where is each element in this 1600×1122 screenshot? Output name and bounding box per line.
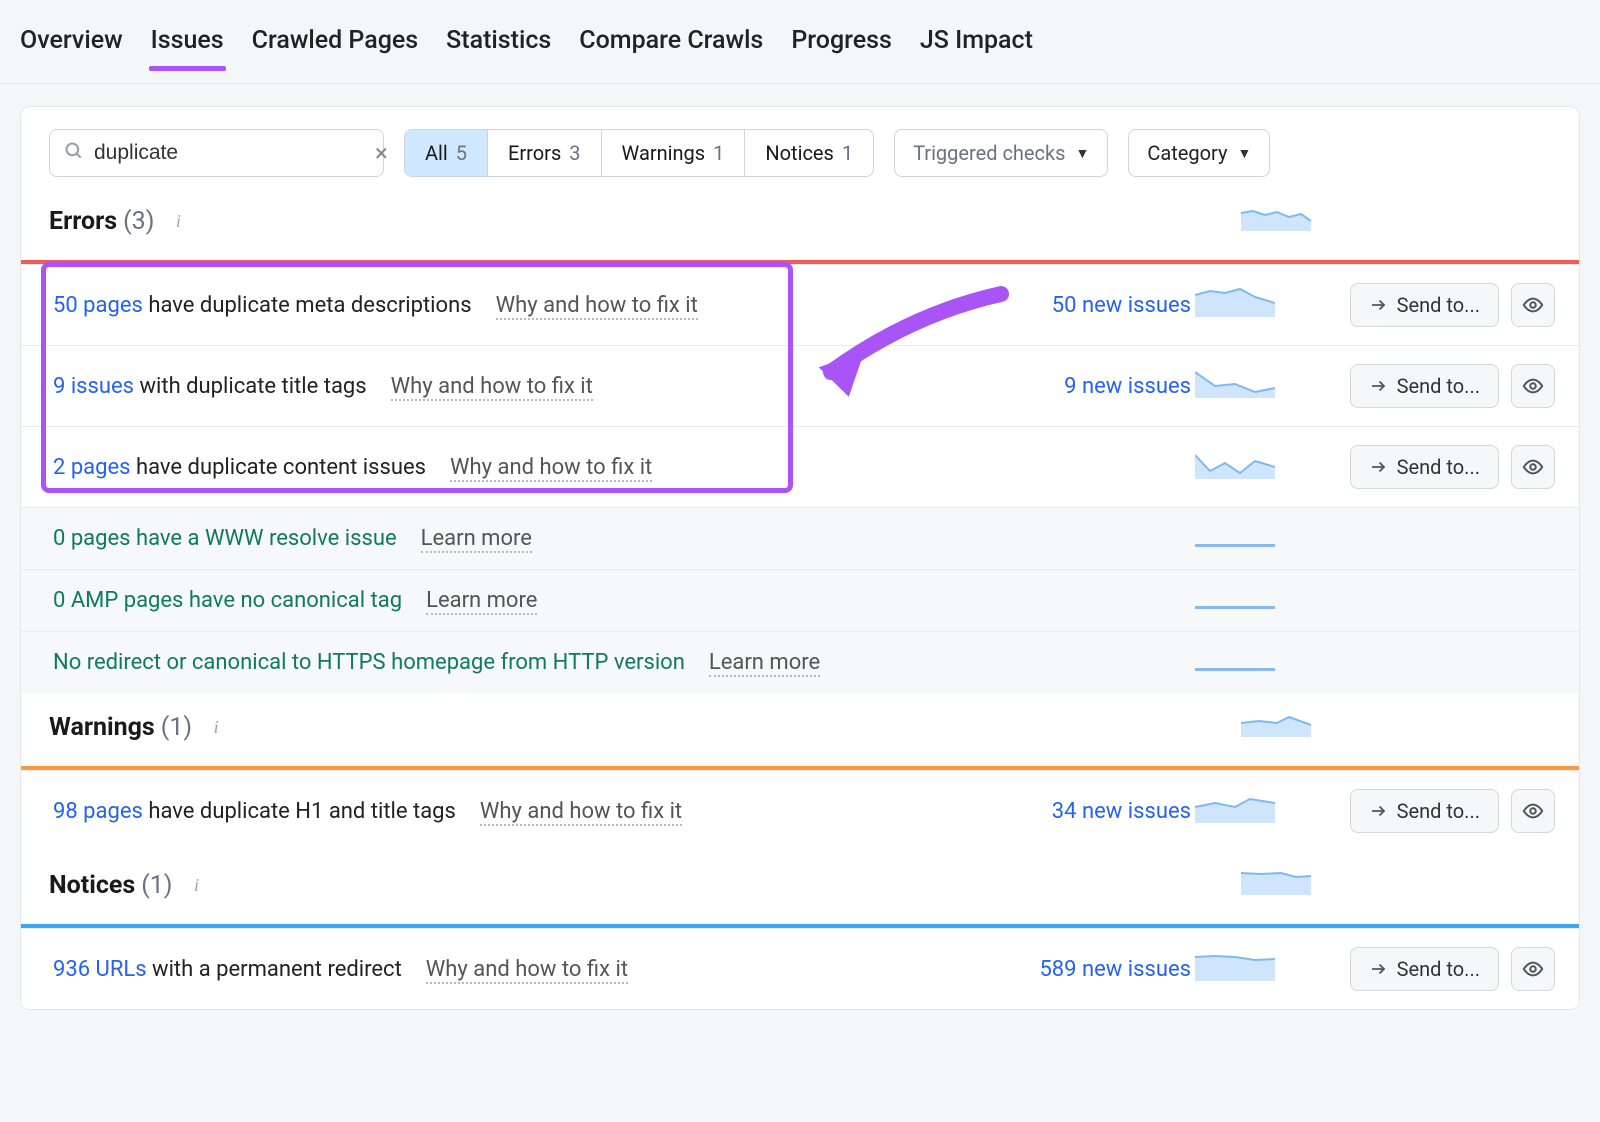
new-issues-link[interactable]: 589 new issues [975,957,1195,982]
section-trend [1241,205,1311,238]
sparkline [1195,530,1285,547]
sparkline [1195,449,1285,485]
why-how-link[interactable]: Why and how to fix it [480,799,682,826]
sparkline [1195,287,1285,323]
send-to-button[interactable]: Send to... [1350,364,1499,408]
learn-more-link[interactable]: Learn more [709,650,820,677]
row-actions: Send to... [1285,445,1555,489]
new-issues-link[interactable]: 34 new issues [975,799,1195,824]
view-button[interactable] [1511,789,1555,833]
issue-row: 936 URLs with a permanent redirectWhy an… [21,928,1579,1009]
search-icon [64,141,84,166]
issue-text: 936 URLs with a permanent redirectWhy an… [53,957,975,982]
passed-row: 0 AMP pages have no canonical tagLearn m… [21,569,1579,631]
send-to-button[interactable]: Send to... [1350,445,1499,489]
send-to-button[interactable]: Send to... [1350,283,1499,327]
why-how-link[interactable]: Why and how to fix it [496,293,698,320]
dropdown-category[interactable]: Category▼ [1128,129,1270,177]
sparkline [1195,592,1285,609]
tab-compare-crawls[interactable]: Compare Crawls [579,26,763,69]
seg-errors[interactable]: Errors3 [488,130,601,176]
view-button[interactable] [1511,947,1555,991]
sparkline [1195,951,1285,987]
sparkline [1195,654,1285,671]
errors-count: (3) [123,207,154,236]
view-button[interactable] [1511,445,1555,489]
issue-count-link[interactable]: 50 pages [53,293,143,318]
issue-count-link[interactable]: 98 pages [53,799,143,824]
why-how-link[interactable]: Why and how to fix it [426,957,628,984]
section-trend [1241,869,1311,902]
view-button[interactable] [1511,283,1555,327]
issues-panel: × All5 Errors3 Warnings1 Notices1 Trigge… [20,106,1580,1010]
sparkline [1195,368,1285,404]
section-header-errors: Errors (3) i [21,199,1579,260]
dropdown-triggered-checks[interactable]: Triggered checks▼ [894,129,1108,177]
seg-warnings[interactable]: Warnings1 [602,130,746,176]
nav-tabs: Overview Issues Crawled Pages Statistics… [0,0,1600,84]
issue-text: 50 pages have duplicate meta description… [53,293,975,318]
row-actions: Send to... [1285,283,1555,327]
seg-all[interactable]: All5 [405,130,488,176]
info-icon[interactable]: i [166,210,190,234]
warnings-title: Warnings [49,713,155,742]
learn-more-link[interactable]: Learn more [426,588,537,615]
new-issues-link[interactable]: 50 new issues [975,293,1195,318]
view-button[interactable] [1511,364,1555,408]
tab-js-impact[interactable]: JS Impact [920,26,1033,69]
issue-row: 9 issues with duplicate title tagsWhy an… [21,345,1579,426]
filter-segments: All5 Errors3 Warnings1 Notices1 [404,129,874,177]
tab-progress[interactable]: Progress [791,26,892,69]
tab-crawled-pages[interactable]: Crawled Pages [252,26,419,69]
issue-count-link[interactable]: 936 URLs [53,957,147,982]
learn-more-link[interactable]: Learn more [421,526,532,553]
issue-text: 9 issues with duplicate title tagsWhy an… [53,374,975,399]
why-how-link[interactable]: Why and how to fix it [391,374,593,401]
chevron-down-icon: ▼ [1237,145,1251,162]
notices-count: (1) [141,871,172,900]
tab-statistics[interactable]: Statistics [446,26,551,69]
why-how-link[interactable]: Why and how to fix it [450,455,652,482]
section-trend [1241,711,1311,744]
search-input-wrap[interactable]: × [49,129,384,177]
info-icon[interactable]: i [204,716,228,740]
tab-issues[interactable]: Issues [151,26,224,69]
warnings-count: (1) [161,713,192,742]
row-actions: Send to... [1285,947,1555,991]
send-to-button[interactable]: Send to... [1350,789,1499,833]
passed-row: No redirect or canonical to HTTPS homepa… [21,631,1579,693]
issue-text: 2 pages have duplicate content issuesWhy… [53,455,975,480]
send-to-button[interactable]: Send to... [1350,947,1499,991]
issue-row: 98 pages have duplicate H1 and title tag… [21,770,1579,851]
issue-text: 0 AMP pages have no canonical tagLearn m… [53,588,975,613]
issue-text: 0 pages have a WWW resolve issueLearn mo… [53,526,975,551]
issue-count-link[interactable]: 9 issues [53,374,134,399]
section-header-notices: Notices (1) i [21,851,1579,924]
row-actions: Send to... [1285,789,1555,833]
section-header-warnings: Warnings (1) i [21,693,1579,766]
errors-title: Errors [49,207,117,236]
issue-text: 98 pages have duplicate H1 and title tag… [53,799,975,824]
tab-overview[interactable]: Overview [20,26,123,69]
notices-title: Notices [49,871,135,900]
issue-row: 50 pages have duplicate meta description… [21,264,1579,345]
passed-row: 0 pages have a WWW resolve issueLearn mo… [21,507,1579,569]
new-issues-link[interactable]: 9 new issues [975,374,1195,399]
search-input[interactable] [94,141,365,165]
issue-count-link[interactable]: 2 pages [53,455,131,480]
info-icon[interactable]: i [185,874,209,898]
clear-search-icon[interactable]: × [375,139,388,167]
row-actions: Send to... [1285,364,1555,408]
issue-text: No redirect or canonical to HTTPS homepa… [53,650,975,675]
filters-bar: × All5 Errors3 Warnings1 Notices1 Trigge… [21,107,1579,199]
sparkline [1195,793,1285,829]
issue-row: 2 pages have duplicate content issuesWhy… [21,426,1579,507]
chevron-down-icon: ▼ [1075,145,1089,162]
seg-notices[interactable]: Notices1 [745,130,873,176]
errors-rows: 50 pages have duplicate meta description… [21,264,1579,507]
